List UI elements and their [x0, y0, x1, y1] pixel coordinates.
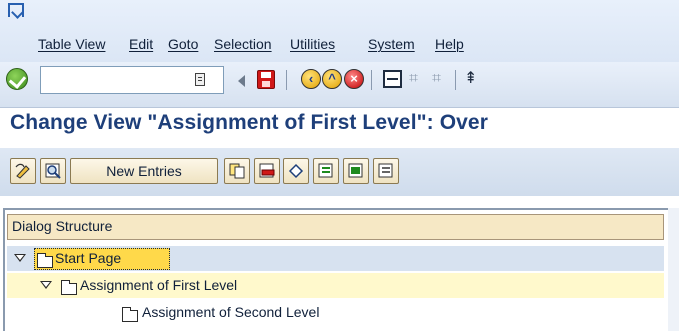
tree-node-label[interactable]: Assignment of Second Level: [142, 304, 319, 320]
change-display-button[interactable]: [10, 158, 36, 184]
tree-node-label[interactable]: Start Page: [55, 250, 121, 266]
toolbar-separator: [286, 70, 287, 90]
system-menu-icon[interactable]: [8, 3, 24, 17]
expand-toggle-icon[interactable]: [14, 254, 26, 262]
copy-as-icon: [229, 163, 245, 179]
change-display-icon: [15, 163, 30, 179]
menu-bar: [0, 0, 679, 62]
cancel-icon[interactable]: ×: [344, 69, 364, 89]
select-all-icon: [318, 163, 333, 178]
menu-goto[interactable]: Goto: [168, 36, 198, 52]
menu-table-view[interactable]: Table View: [38, 36, 105, 52]
dialog-structure-title: Dialog Structure: [12, 218, 113, 234]
back-arrow-icon[interactable]: [238, 75, 245, 87]
select-block-button[interactable]: [343, 158, 369, 184]
command-dropdown-icon[interactable]: [195, 73, 205, 86]
select-block-icon: [348, 163, 363, 178]
deselect-all-button[interactable]: [373, 158, 399, 184]
tree-row-second-level[interactable]: [7, 300, 664, 325]
deselect-all-icon: [378, 163, 393, 178]
menu-selection[interactable]: Selection: [214, 36, 272, 52]
menu-edit[interactable]: Edit: [129, 36, 153, 52]
save-icon[interactable]: [257, 70, 275, 89]
expand-toggle-icon[interactable]: [40, 281, 52, 289]
toolbar-separator: [455, 70, 456, 90]
delete-button[interactable]: [254, 158, 280, 184]
undo-icon: [288, 163, 304, 179]
exit-icon[interactable]: ^: [322, 69, 342, 89]
select-all-button[interactable]: [313, 158, 339, 184]
folder-icon: [37, 253, 53, 268]
copy-as-button[interactable]: [224, 158, 250, 184]
enter-icon[interactable]: [6, 68, 28, 90]
menu-help[interactable]: Help: [435, 36, 464, 52]
details-icon: [45, 163, 61, 179]
panel-edge: [668, 208, 679, 331]
first-page-icon[interactable]: ⇞: [464, 69, 480, 89]
undo-button[interactable]: [283, 158, 309, 184]
menu-system[interactable]: System: [368, 36, 415, 52]
new-entries-button[interactable]: New Entries: [70, 158, 218, 184]
tree-node-label[interactable]: Assignment of First Level: [80, 277, 237, 293]
print-icon[interactable]: [383, 70, 402, 88]
details-button[interactable]: [40, 158, 66, 184]
toolbar-separator: [371, 70, 372, 90]
find-next-icon[interactable]: ⌗: [432, 71, 454, 87]
page-title: Change View "Assignment of First Level":…: [10, 111, 488, 134]
back-icon[interactable]: ‹: [301, 69, 321, 89]
delete-icon: [259, 163, 275, 178]
menu-utilities[interactable]: Utilities: [290, 36, 335, 52]
folder-icon: [122, 307, 138, 322]
find-icon[interactable]: ⌗: [409, 71, 431, 87]
open-folder-icon: [61, 280, 77, 295]
